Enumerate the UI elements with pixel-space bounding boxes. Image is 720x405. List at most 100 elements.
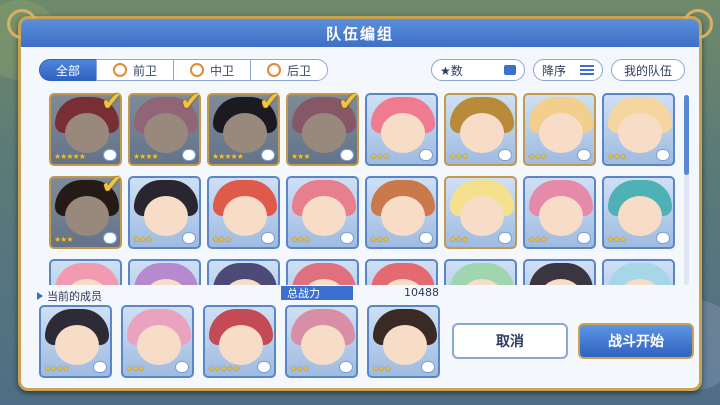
star-rating: ★★★: [54, 235, 73, 244]
character-card[interactable]: ★★★: [523, 93, 596, 166]
roster-scrollbar[interactable]: [684, 95, 689, 285]
star-rating: ★★★: [607, 152, 626, 161]
character-card[interactable]: [523, 259, 596, 287]
star-rating: ★★★: [370, 152, 389, 161]
rank-icon: [577, 232, 591, 244]
scrollbar-thumb[interactable]: [684, 95, 689, 175]
character-card[interactable]: ★★★: [128, 176, 201, 249]
character-card[interactable]: [602, 259, 675, 287]
rank-icon: [419, 149, 433, 161]
character-face: [223, 113, 267, 153]
rank-icon: [498, 149, 512, 161]
star-rating: ★★★: [290, 364, 309, 373]
character-card[interactable]: ★★★: [444, 176, 517, 249]
member-slot[interactable]: ★★★: [367, 305, 440, 378]
character-card[interactable]: ★★★: [602, 93, 675, 166]
character-face: [55, 325, 99, 365]
my-team-button[interactable]: 我的队伍: [611, 59, 685, 81]
rank-icon: [261, 149, 275, 161]
rank-icon: [93, 361, 107, 373]
tab-label: 中卫: [210, 63, 235, 78]
start-battle-button[interactable]: 战斗开始: [578, 323, 694, 359]
member-slot[interactable]: ★★★: [121, 305, 194, 378]
rank-icon: [577, 149, 591, 161]
selected-check-icon: ✔: [101, 170, 123, 200]
rank-icon: [182, 232, 196, 244]
tab-label: 全部: [56, 63, 81, 78]
star-rating: ★★★: [291, 235, 310, 244]
dropdown-icon: [504, 65, 516, 75]
character-card[interactable]: [128, 259, 201, 287]
character-card[interactable]: [365, 259, 438, 287]
rank-icon: [182, 149, 196, 161]
tab-rearguard[interactable]: 后卫: [250, 59, 329, 81]
star-rating: ★★★: [449, 152, 468, 161]
sort-field-label: ★数: [440, 63, 463, 78]
selected-check-icon: ✔: [180, 91, 202, 117]
character-face: [460, 113, 504, 153]
character-card[interactable]: [49, 259, 122, 287]
character-card[interactable]: ★★★: [444, 93, 517, 166]
sort-field-select[interactable]: ★数: [431, 59, 525, 81]
role-icon: [267, 63, 282, 77]
character-card[interactable]: ★★★: [207, 176, 280, 249]
selected-check-icon: ✔: [338, 91, 360, 117]
rank-icon: [656, 149, 670, 161]
star-rating: ★★★: [126, 364, 145, 373]
role-filter-tabs: 全部 前卫 中卫 后卫: [39, 59, 329, 81]
star-rating: ★★★: [212, 235, 231, 244]
tab-vanguard[interactable]: 前卫: [96, 59, 175, 81]
member-slot[interactable]: ★★★★★: [203, 305, 276, 378]
role-icon: [113, 63, 128, 77]
character-card[interactable]: [444, 259, 517, 287]
star-rating: ★★★★: [44, 364, 70, 373]
character-card[interactable]: ★★★: [602, 176, 675, 249]
character-card[interactable]: ★★★: [365, 93, 438, 166]
star-rating: ★★★: [291, 152, 310, 161]
members-label: 当前的成员: [47, 290, 102, 303]
member-slot[interactable]: ★★★★: [39, 305, 112, 378]
sort-order-label: 降序: [542, 63, 567, 78]
character-face: [618, 113, 662, 153]
character-face: [381, 113, 425, 153]
character-face: [302, 113, 346, 153]
tab-midguard[interactable]: 中卫: [173, 59, 252, 81]
star-rating: ★★★★★: [212, 152, 244, 161]
character-face: [219, 325, 263, 365]
sort-order-button[interactable]: 降序: [533, 59, 603, 81]
star-rating: ★★★: [370, 235, 389, 244]
character-card[interactable]: [286, 259, 359, 287]
sort-controls: ★数 降序 我的队伍: [431, 59, 685, 81]
character-face: [618, 196, 662, 236]
star-rating: ★★★: [449, 235, 468, 244]
cancel-button[interactable]: 取消: [452, 323, 568, 359]
star-rating: ★★★: [607, 235, 626, 244]
power-value: 10488: [404, 286, 439, 299]
star-rating: ★★★: [372, 364, 391, 373]
character-face: [223, 196, 267, 236]
character-face: [301, 325, 345, 365]
rank-icon: [340, 232, 354, 244]
tab-label: 后卫: [287, 63, 312, 78]
tab-all[interactable]: 全部: [39, 59, 98, 81]
character-card[interactable]: ★★★: [523, 176, 596, 249]
total-power: 总战力 10488: [281, 286, 441, 300]
character-face: [539, 113, 583, 153]
character-face: [460, 196, 504, 236]
rank-icon: [421, 361, 435, 373]
character-face: [137, 325, 181, 365]
character-face: [539, 196, 583, 236]
member-slot[interactable]: ★★★: [285, 305, 358, 378]
tab-label: 前卫: [133, 63, 158, 78]
character-roster-grid: ★★★★★ ✔ ★★★★ ✔ ★★★★★ ✔ ★★★ ✔ ★★★ ★★★ ★★★ ★★★ ★★★ ✔ ★★★…: [47, 91, 687, 287]
current-members-panel: 当前的成员 总战力 10488 ★★★★ ★★★ ★★★★★ ★★★ ★★★ 取消 战斗…: [27, 285, 695, 383]
rank-icon: [339, 361, 353, 373]
rank-icon: [257, 361, 271, 373]
character-card[interactable]: ★★★: [286, 176, 359, 249]
character-card[interactable]: [207, 259, 280, 287]
star-rating: ★★★: [528, 235, 547, 244]
character-face: [383, 325, 427, 365]
selected-check-icon: ✔: [101, 91, 123, 117]
character-card[interactable]: ★★★: [365, 176, 438, 249]
character-face: [144, 113, 188, 153]
